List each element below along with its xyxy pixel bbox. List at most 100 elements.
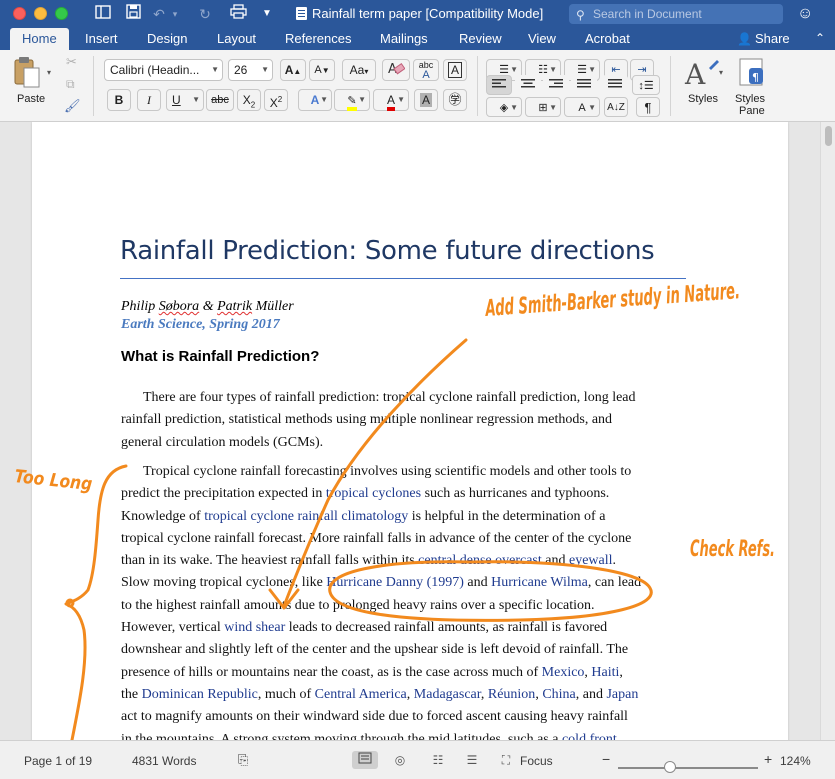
character-border-button[interactable]: A bbox=[443, 59, 467, 81]
font-name-combobox[interactable]: Calibri (Headin... ▼ bbox=[104, 59, 223, 81]
page-count[interactable]: Page 1 of 19 bbox=[24, 754, 92, 768]
share-button[interactable]: 👤 Share bbox=[737, 28, 790, 50]
tab-review[interactable]: Review bbox=[459, 28, 502, 50]
link-hurricane-danny[interactable]: Hurricane Danny (1997) bbox=[326, 575, 464, 590]
font-color-button[interactable]: A ▼ bbox=[373, 89, 409, 111]
outline-view-button[interactable]: ☷ bbox=[428, 751, 448, 769]
paragraph-2[interactable]: Tropical cyclone rainfall forecasting in… bbox=[121, 461, 641, 751]
format-painter-icon[interactable]: 🖌 bbox=[64, 98, 81, 114]
sort-button[interactable]: A↓Z bbox=[604, 97, 628, 117]
tab-layout[interactable]: Layout bbox=[217, 28, 256, 50]
tab-design[interactable]: Design bbox=[147, 28, 187, 50]
redo-icon[interactable]: ↻ bbox=[196, 4, 214, 24]
change-case-button[interactable]: Aa▾ bbox=[342, 59, 376, 81]
customize-toolbar-icon[interactable]: ▼ bbox=[260, 4, 274, 24]
paragraph-1[interactable]: There are four types of rainfall predict… bbox=[121, 387, 636, 454]
clear-formatting-icon[interactable]: A bbox=[382, 59, 410, 81]
superscript-button[interactable]: X2 bbox=[264, 89, 288, 111]
focus-mode-button[interactable]: Focus bbox=[520, 754, 553, 768]
zoom-out-button[interactable]: − bbox=[602, 751, 610, 767]
link-tropical-cyclones[interactable]: tropical cyclones bbox=[326, 486, 421, 501]
feedback-smiley-icon[interactable]: ☺ bbox=[797, 4, 817, 24]
collapse-ribbon-icon[interactable]: ⌃ bbox=[815, 31, 825, 45]
justify-button[interactable] bbox=[571, 75, 597, 95]
undo-dropdown-icon[interactable]: ▾ bbox=[170, 4, 180, 24]
proofing-icon[interactable]: ⎘ bbox=[238, 752, 248, 768]
tab-mailings[interactable]: Mailings bbox=[380, 28, 428, 50]
draft-view-button[interactable]: ☰ bbox=[462, 751, 482, 769]
document-title[interactable]: Rainfall Prediction: Some future directi… bbox=[120, 236, 655, 266]
link-china[interactable]: China bbox=[542, 687, 575, 702]
link-mexico[interactable]: Mexico bbox=[542, 665, 585, 680]
highlight-color-button[interactable]: ✎ ▼ bbox=[334, 89, 370, 111]
course-line[interactable]: Earth Science, Spring 2017 bbox=[121, 317, 280, 333]
scrollbar-thumb[interactable] bbox=[825, 126, 832, 146]
search-in-document-input[interactable]: ⚲ Search in Document bbox=[569, 4, 783, 24]
focus-icon[interactable]: ⛶ bbox=[496, 751, 516, 769]
vertical-scrollbar[interactable] bbox=[820, 122, 835, 740]
subscript-button[interactable]: X2 bbox=[237, 89, 261, 111]
tab-view[interactable]: View bbox=[528, 28, 556, 50]
web-layout-view-button[interactable]: ◎ bbox=[390, 751, 410, 769]
text-effects-button[interactable]: A ▼ bbox=[298, 89, 332, 111]
asian-layout-button[interactable]: A ▼ bbox=[564, 97, 600, 117]
tab-acrobat[interactable]: Acrobat bbox=[585, 28, 630, 50]
shading-button[interactable]: ◈ ▼ bbox=[486, 97, 522, 117]
close-window-button[interactable] bbox=[13, 7, 26, 20]
align-center-button[interactable] bbox=[515, 75, 541, 95]
enclose-characters-button[interactable]: ㊫ bbox=[443, 89, 467, 111]
link-madagascar[interactable]: Madagascar bbox=[414, 687, 481, 702]
zoom-slider-thumb[interactable] bbox=[664, 761, 676, 773]
zoom-slider-track[interactable] bbox=[618, 767, 758, 769]
chevron-down-icon: ▼ bbox=[397, 95, 405, 104]
cut-icon[interactable]: ✂ bbox=[66, 54, 77, 70]
paste-icon[interactable] bbox=[12, 56, 42, 90]
distributed-button[interactable] bbox=[602, 75, 628, 95]
paste-dropdown-icon[interactable]: ▾ bbox=[47, 68, 51, 77]
borders-button[interactable]: ⊞ ▼ bbox=[525, 97, 561, 117]
character-shading-button[interactable]: A bbox=[414, 89, 438, 111]
italic-button[interactable]: I bbox=[137, 89, 161, 111]
strikethrough-button[interactable]: abc bbox=[206, 89, 234, 111]
line-spacing-button[interactable]: ↕☰ bbox=[632, 75, 660, 95]
tab-insert[interactable]: Insert bbox=[85, 28, 118, 50]
link-central-america[interactable]: Central America bbox=[315, 687, 407, 702]
zoom-level[interactable]: 124% bbox=[780, 754, 811, 768]
link-wind-shear[interactable]: wind shear bbox=[224, 620, 285, 635]
font-size-combobox[interactable]: 26 ▼ bbox=[228, 59, 273, 81]
word-count[interactable]: 4831 Words bbox=[132, 754, 196, 768]
link-dominican-republic[interactable]: Dominican Republic bbox=[142, 687, 258, 702]
zoom-in-button[interactable]: + bbox=[764, 751, 772, 767]
save-icon[interactable] bbox=[124, 4, 142, 24]
print-layout-view-button[interactable] bbox=[352, 751, 378, 769]
tab-home[interactable]: Home bbox=[10, 28, 69, 50]
minimize-window-button[interactable] bbox=[34, 7, 47, 20]
tab-references[interactable]: References bbox=[285, 28, 351, 50]
link-eyewall[interactable]: eyewall bbox=[569, 553, 613, 568]
underline-button[interactable]: U ▼ bbox=[166, 89, 204, 111]
link-reunion[interactable]: Réunion bbox=[488, 687, 535, 702]
copy-icon[interactable]: ⧉ bbox=[66, 77, 75, 92]
section-heading[interactable]: What is Rainfall Prediction? bbox=[121, 348, 319, 365]
styles-dropdown-icon[interactable]: ▾ bbox=[719, 68, 723, 77]
undo-icon[interactable]: ↶ bbox=[150, 4, 168, 24]
sidebar-toggle-icon[interactable] bbox=[94, 4, 112, 24]
author-line[interactable]: Philip Søbora & Patrik Müller bbox=[121, 299, 294, 315]
link-hurricane-wilma[interactable]: Hurricane Wilma bbox=[491, 575, 588, 590]
bold-button[interactable]: B bbox=[107, 89, 131, 111]
show-formatting-marks-button[interactable]: ¶ bbox=[636, 97, 660, 117]
align-left-button[interactable] bbox=[486, 75, 512, 95]
zoom-window-button[interactable] bbox=[55, 7, 68, 20]
ribbon-home: ▾ Paste ✂ ⧉ 🖌 Calibri (Headin... ▼ 26 ▼ A▲… bbox=[0, 50, 835, 122]
link-central-dense-overcast[interactable]: central dense overcast bbox=[418, 553, 542, 568]
styles-gallery-icon[interactable]: A bbox=[683, 56, 723, 91]
styles-pane-icon[interactable]: ¶ bbox=[738, 57, 766, 87]
print-icon[interactable] bbox=[228, 4, 248, 24]
link-japan[interactable]: Japan bbox=[606, 687, 638, 702]
align-right-button[interactable] bbox=[543, 75, 569, 95]
link-tropical-cyclone-rainfall-climatology[interactable]: tropical cyclone rainfall climatology bbox=[204, 509, 408, 524]
link-haiti[interactable]: Haiti bbox=[591, 665, 619, 680]
grow-font-button[interactable]: A▲ bbox=[280, 59, 306, 81]
shrink-font-button[interactable]: A▼ bbox=[309, 59, 335, 81]
phonetic-guide-button[interactable]: abc A bbox=[413, 59, 439, 81]
